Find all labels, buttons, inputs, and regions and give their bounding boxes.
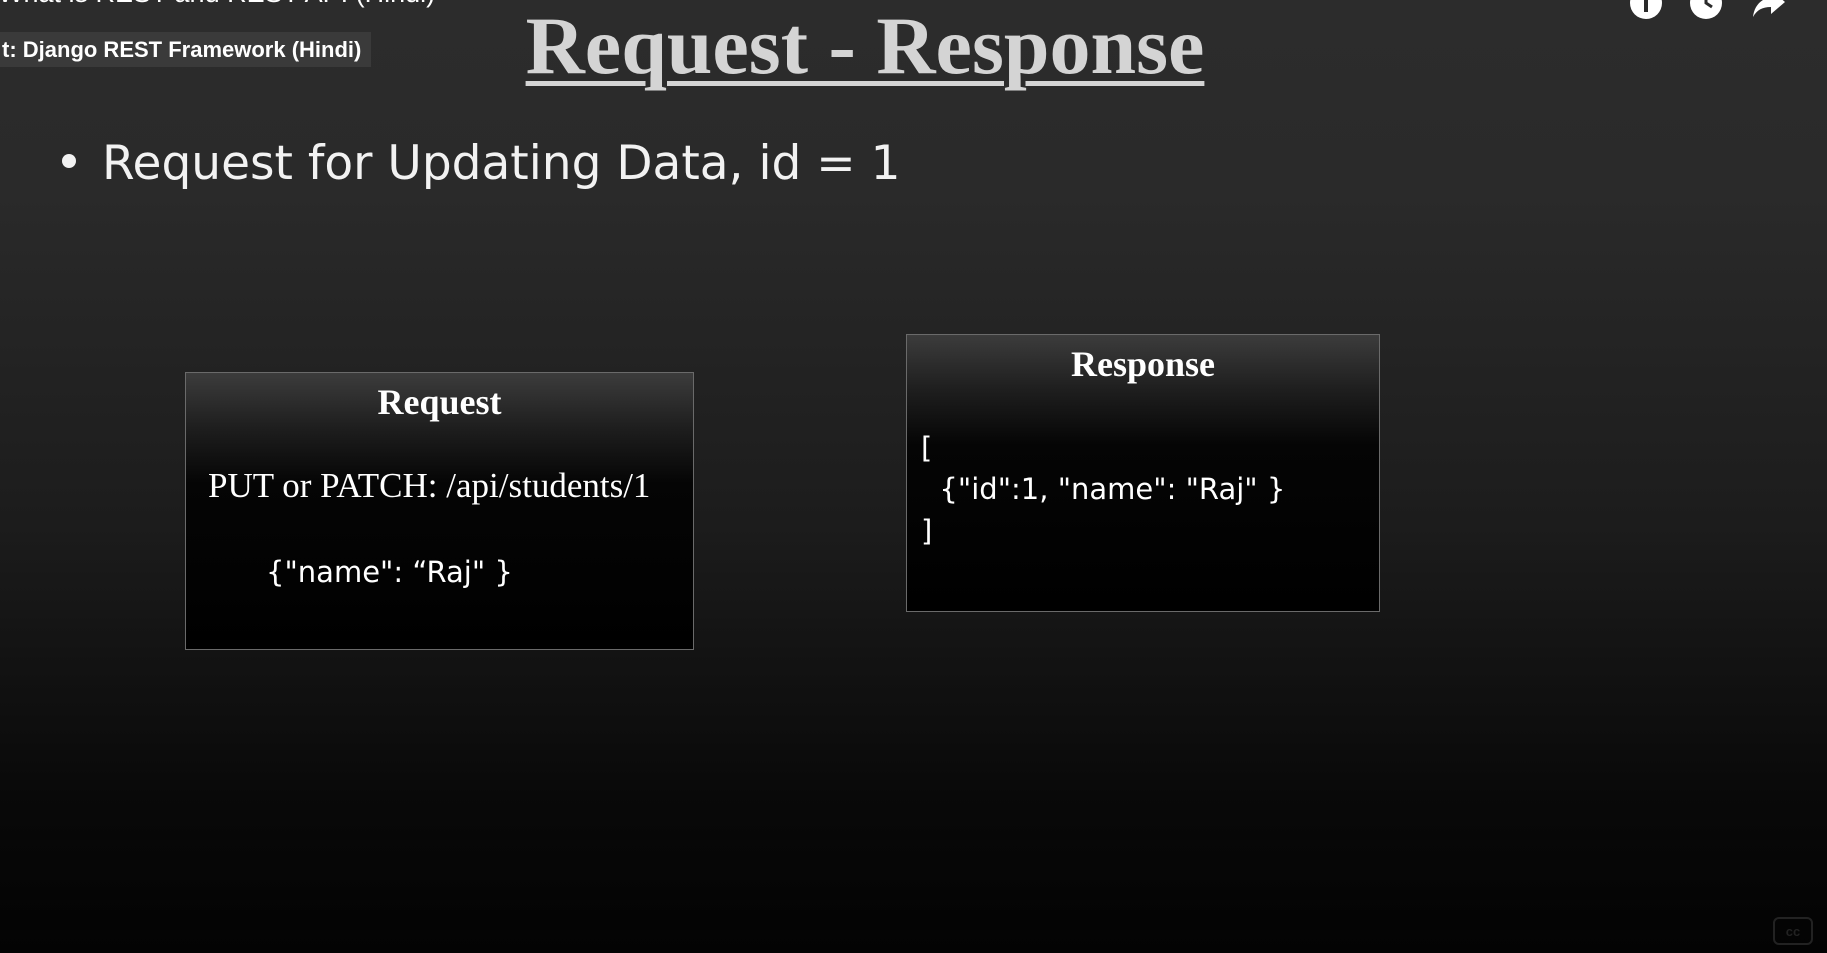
video-top-controls xyxy=(1617,0,1827,19)
playlist-badge[interactable]: t: Django REST Framework (Hindi) xyxy=(0,32,372,67)
clock-icon[interactable] xyxy=(1689,0,1723,20)
cc-icon[interactable]: cc xyxy=(1773,917,1813,945)
share-icon[interactable] xyxy=(1751,0,1787,20)
request-heading: Request xyxy=(377,382,502,422)
slide-title: Request - Response xyxy=(525,0,1205,91)
info-icon[interactable] xyxy=(1629,0,1663,20)
response-body-line: {"id":1, "name": "Raj" } xyxy=(921,472,1286,506)
video-frame[interactable]: What is REST and REST API (Hindi) t: Dja… xyxy=(0,0,1827,953)
request-box: Request PUT or PATCH: /api/students/1 {"… xyxy=(185,372,694,650)
response-open-bracket: [ xyxy=(921,431,933,465)
response-box: Response [ {"id":1, "name": "Raj" } ] xyxy=(906,334,1380,612)
request-method-line: PUT or PATCH: /api/students/1 xyxy=(208,466,651,505)
response-heading: Response xyxy=(1070,344,1216,384)
bullet-dot xyxy=(62,153,76,168)
svg-text:cc: cc xyxy=(1786,924,1800,939)
bullet-point: Request for Updating Data, id = 1 xyxy=(62,136,901,191)
bullet-text: Request for Updating Data, id = 1 xyxy=(102,136,901,191)
video-title[interactable]: What is REST and REST API (Hindi) xyxy=(0,0,435,9)
request-body-line: {"name": “Raj" } xyxy=(266,555,513,589)
response-close-bracket: ] xyxy=(921,514,933,548)
